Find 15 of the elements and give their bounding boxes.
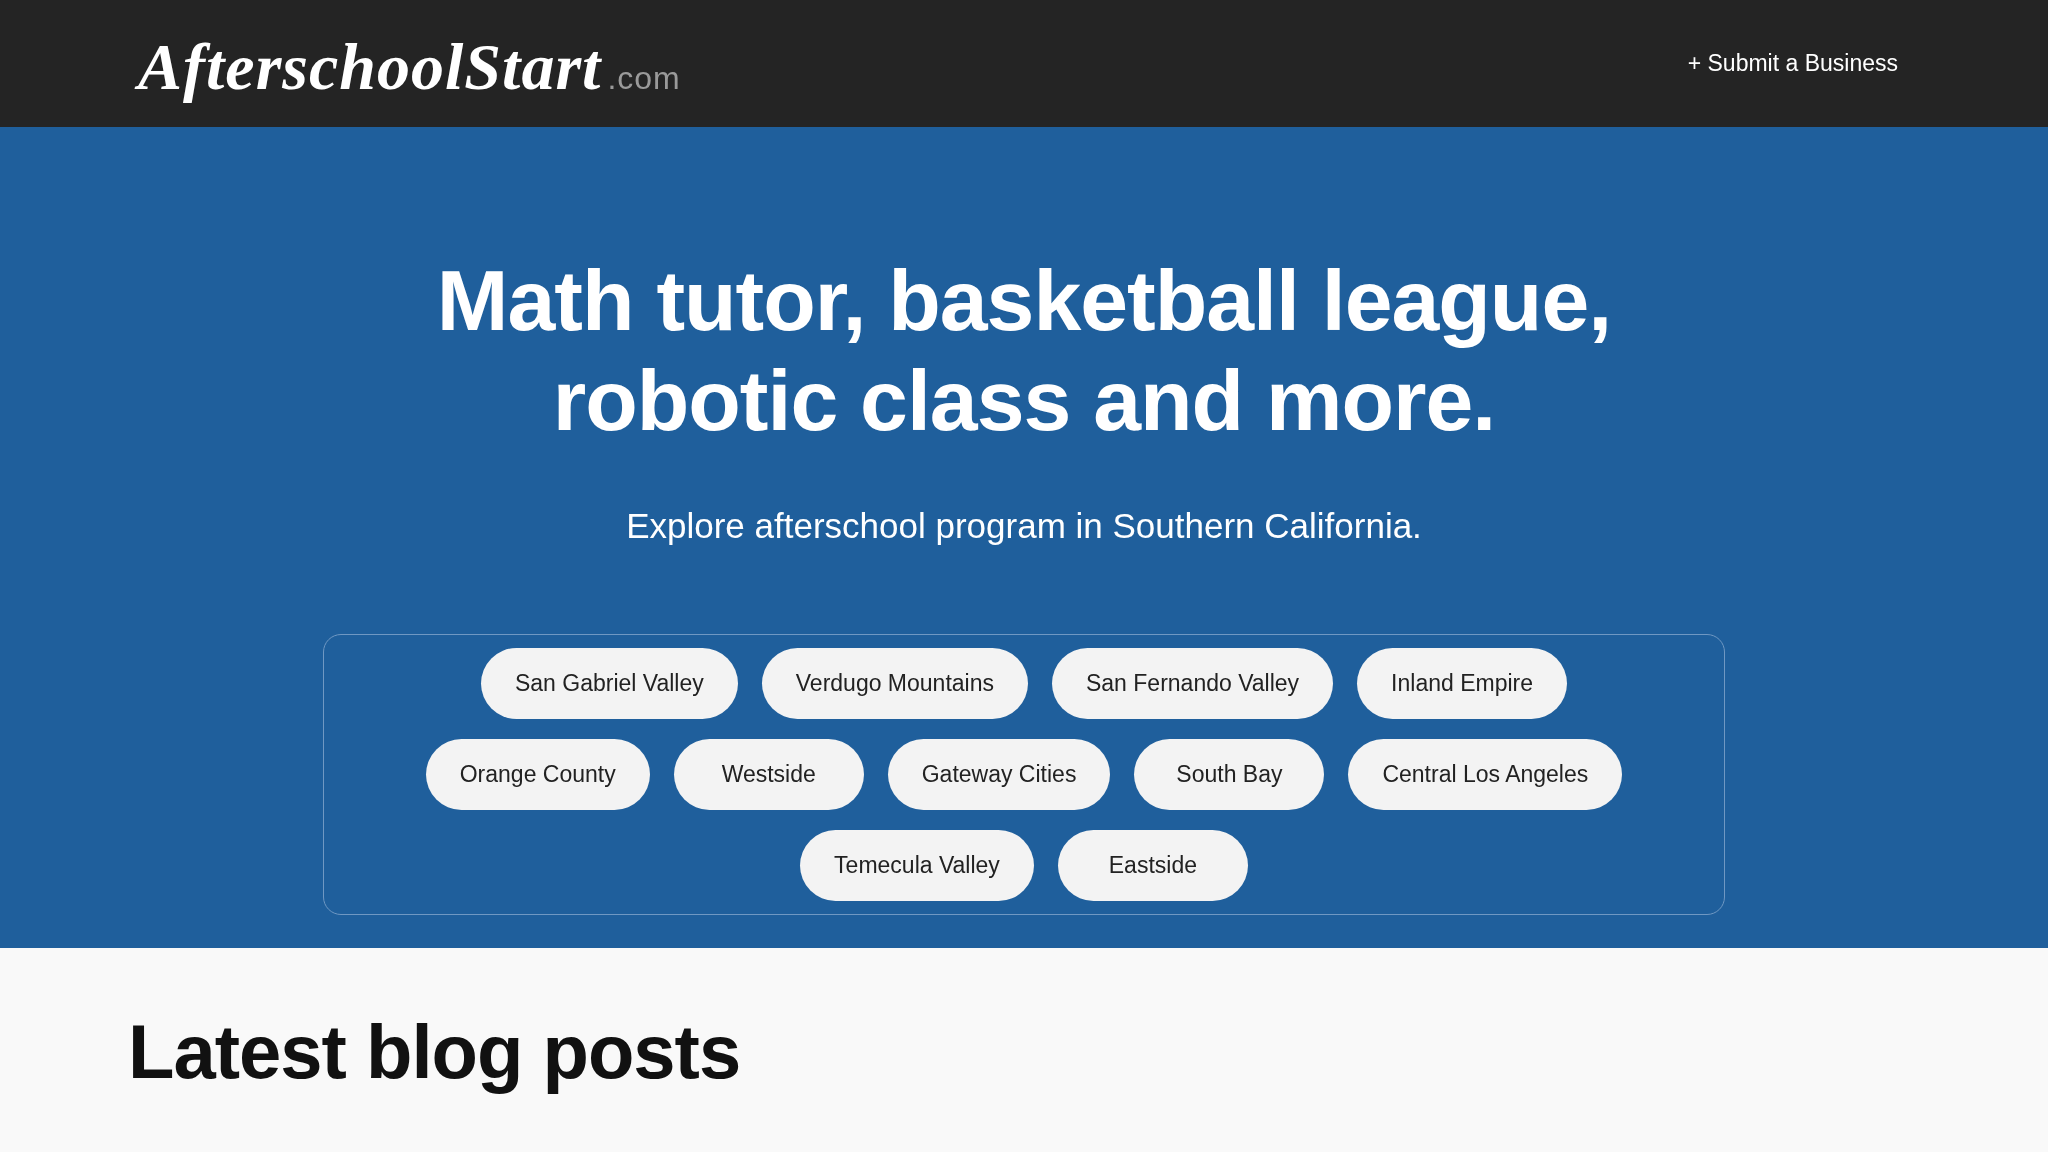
submit-business-link[interactable]: + Submit a Business: [1687, 50, 1898, 77]
region-button[interactable]: Gateway Cities: [887, 739, 1111, 810]
section-heading: Latest blog posts: [128, 1008, 741, 1095]
region-button[interactable]: Verdugo Mountains: [761, 648, 1028, 719]
region-button[interactable]: San Fernando Valley: [1052, 648, 1334, 719]
region-button[interactable]: South Bay: [1134, 739, 1325, 810]
region-button[interactable]: Inland Empire: [1357, 648, 1567, 719]
region-button[interactable]: San Gabriel Valley: [481, 648, 738, 719]
region-button[interactable]: Eastside: [1057, 830, 1248, 901]
region-button[interactable]: Westside: [673, 739, 864, 810]
hero-headline: Math tutor, basketball league, robotic class and more.: [435, 251, 1613, 450]
region-button[interactable]: Temecula Valley: [800, 830, 1034, 901]
region-button[interactable]: Orange County: [425, 739, 650, 810]
hero-subtitle: Explore afterschool program in Southern California.: [626, 506, 1422, 546]
region-button[interactable]: Central Los Angeles: [1348, 739, 1623, 810]
